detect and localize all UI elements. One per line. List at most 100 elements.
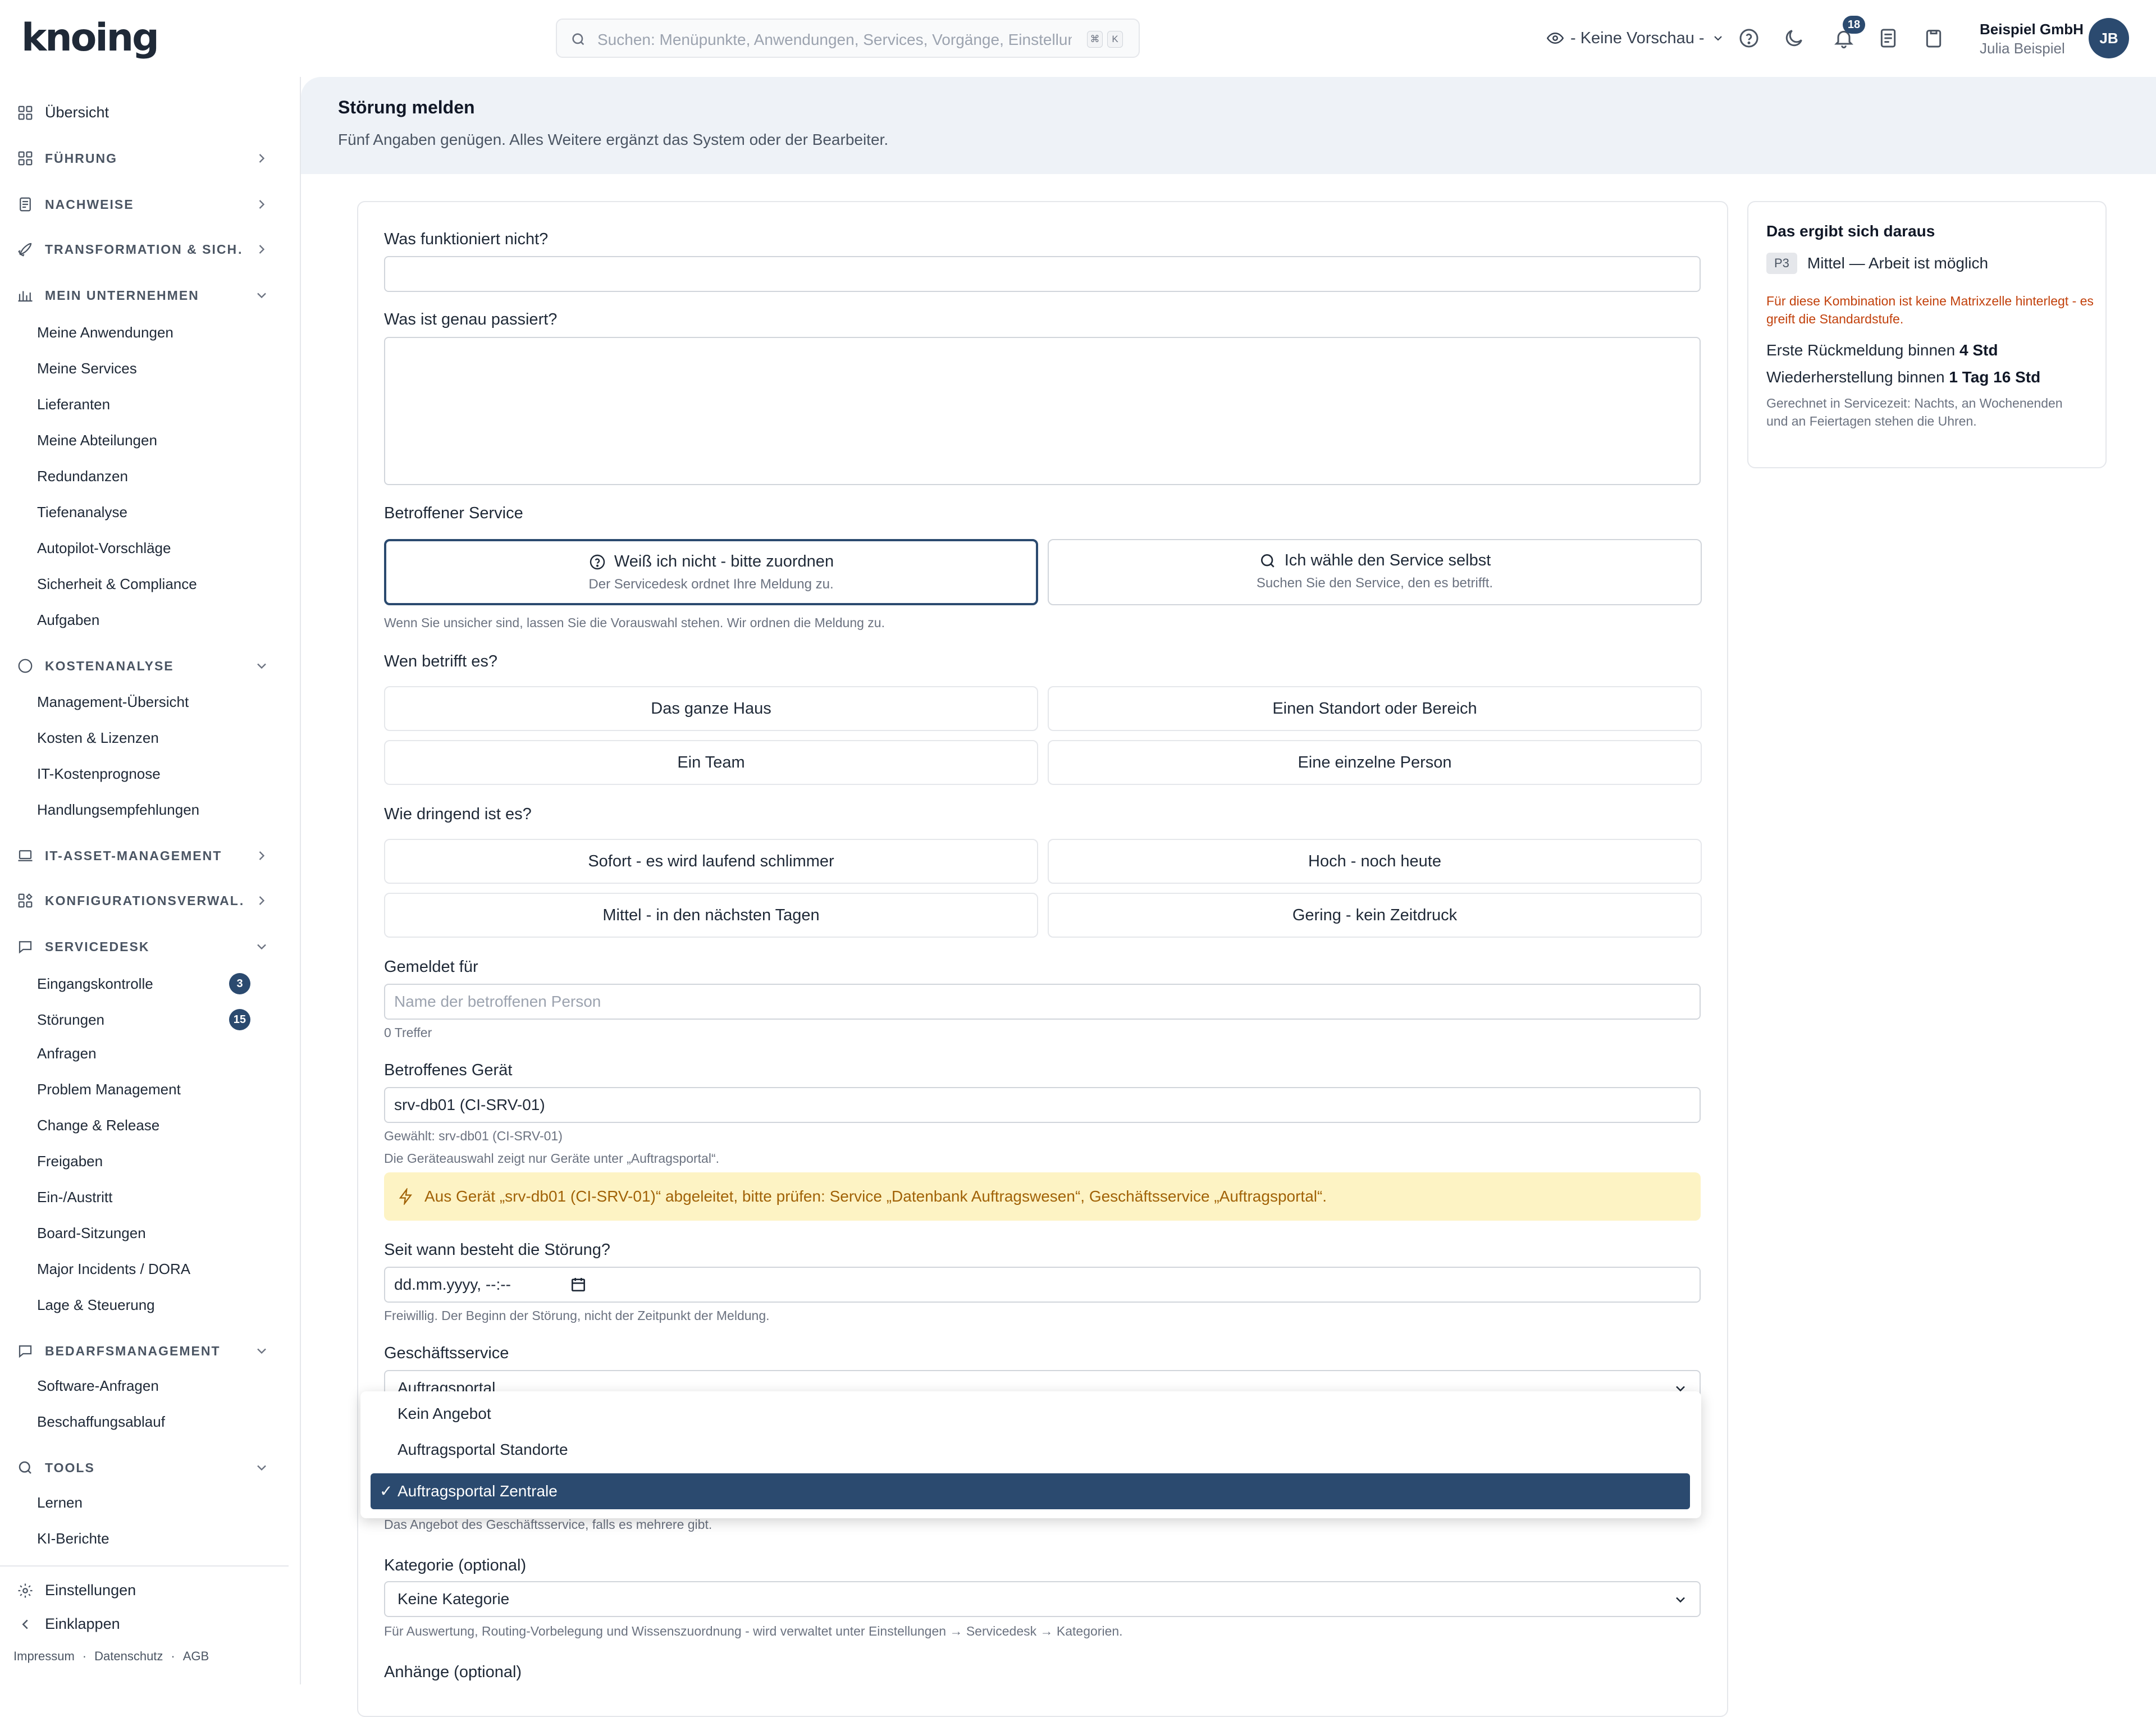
- service-self-select-option[interactable]: Ich wähle den Service selbst Suchen Sie …: [1048, 539, 1702, 605]
- sidebar-item-ki-berichte[interactable]: KI-Berichte: [37, 1530, 250, 1547]
- category-select[interactable]: Keine Kategorie: [384, 1581, 1701, 1617]
- sidebar-section-konfig[interactable]: KONFIGURATIONSVERWAL…: [17, 892, 270, 909]
- sidebar-item-autopilot[interactable]: Autopilot-Vorschläge: [37, 540, 250, 557]
- scope-option-team[interactable]: Ein Team: [384, 740, 1038, 785]
- calendar-icon[interactable]: [569, 1276, 587, 1294]
- urgency-option-sofort[interactable]: Sofort - es wird laufend schlimmer: [384, 839, 1038, 884]
- sidebar-item-aufgaben[interactable]: Aufgaben: [37, 611, 250, 629]
- page-header: Störung melden Fünf Angaben genügen. All…: [301, 77, 2156, 174]
- option-subtitle: Suchen Sie den Service, den es betrifft.: [1256, 576, 1493, 591]
- alert-text: Aus Gerät „srv-db01 (CI-SRV-01)“ abgelei…: [424, 1188, 1327, 1205]
- sidebar-item-freigaben[interactable]: Freigaben: [37, 1153, 250, 1170]
- page-subtitle: Fünf Angaben genügen. Alles Weitere ergä…: [338, 131, 889, 148]
- sidebar-item-overview[interactable]: Übersicht: [17, 104, 109, 121]
- urgency-option-hoch[interactable]: Hoch - noch heute: [1048, 839, 1702, 884]
- sidebar-item-label: Anfragen: [37, 1045, 97, 1062]
- sidebar-item-ein-austritt[interactable]: Ein-/Austritt: [37, 1189, 250, 1206]
- sidebar-item-beschaffungsablauf[interactable]: Beschaffungsablauf: [37, 1413, 250, 1431]
- sidebar-section-mein-unternehmen[interactable]: MEIN UNTERNEHMEN: [17, 287, 270, 304]
- sidebar-divider: [0, 1565, 289, 1567]
- priority-text: Mittel — Arbeit ist möglich: [1807, 254, 1989, 272]
- what-broken-input[interactable]: [384, 256, 1701, 292]
- sidebar-item-meine-abteilungen[interactable]: Meine Abteilungen: [37, 432, 250, 449]
- sidebar-section-transformation[interactable]: TRANSFORMATION & SICH…: [17, 241, 270, 258]
- sidebar-item-stoerungen[interactable]: Störungen 15: [37, 1009, 250, 1030]
- sidebar-item-kostenprognose[interactable]: IT-Kostenprognose: [37, 765, 250, 783]
- service-auto-assign-option[interactable]: Weiß ich nicht - bitte zuordnen Der Serv…: [384, 539, 1038, 605]
- sidebar-item-software-anfragen[interactable]: Software-Anfragen: [37, 1377, 250, 1395]
- global-search[interactable]: Suchen: Menüpunkte, Anwendungen, Service…: [556, 19, 1140, 58]
- sidebar-item-meine-services[interactable]: Meine Services: [37, 360, 250, 377]
- section-label: IT-ASSET-MANAGEMENT: [45, 848, 222, 863]
- impressum-link[interactable]: Impressum: [13, 1649, 75, 1664]
- sidebar-item-board-sitzungen[interactable]: Board-Sitzungen: [37, 1225, 250, 1242]
- datenschutz-link[interactable]: Datenschutz: [94, 1649, 163, 1664]
- sidebar-item-management-uebersicht[interactable]: Management-Übersicht: [37, 693, 250, 711]
- device-input[interactable]: srv-db01 (CI-SRV-01): [384, 1087, 1701, 1123]
- dropdown-option[interactable]: Kein Angebot: [371, 1396, 1690, 1432]
- since-datetime-input[interactable]: dd.mm.yyyy, --:--: [384, 1267, 1701, 1303]
- urgency-option-mittel[interactable]: Mittel - in den nächsten Tagen: [384, 893, 1038, 938]
- help-icon[interactable]: [1738, 27, 1760, 49]
- sidebar-section-tools[interactable]: TOOLS: [17, 1459, 270, 1476]
- user-info[interactable]: Beispiel GmbH Julia Beispiel: [1980, 20, 2084, 58]
- summary-card: Das ergibt sich daraus P3 Mittel — Arbei…: [1747, 201, 2107, 468]
- theme-toggle-icon[interactable]: [1783, 27, 1805, 49]
- help-circle-icon: [590, 554, 605, 569]
- sidebar-item-label: Management-Übersicht: [37, 693, 189, 710]
- sidebar-item-eingangskontrolle[interactable]: Eingangskontrolle 3: [37, 973, 250, 994]
- sidebar-item-lage-steuerung[interactable]: Lage & Steuerung: [37, 1296, 250, 1314]
- search-hits: 0 Treffer: [384, 1025, 432, 1040]
- sidebar-section-servicedesk[interactable]: SERVICEDESK: [17, 938, 270, 955]
- kbd-cmd: ⌘: [1087, 31, 1103, 48]
- chevron-down-icon: [1676, 1597, 1685, 1603]
- sidebar-item-problem-management[interactable]: Problem Management: [37, 1081, 250, 1098]
- option-title: Ich wähle den Service selbst: [1284, 551, 1491, 569]
- sidebar-item-label: Change & Release: [37, 1117, 160, 1134]
- sidebar-section-itam[interactable]: IT-ASSET-MANAGEMENT: [17, 847, 270, 864]
- sidebar-item-handlungsempfehlungen[interactable]: Handlungsempfehlungen: [37, 801, 250, 819]
- sidebar-collapse-button[interactable]: Einklappen: [17, 1615, 120, 1633]
- sidebar-section-kostenanalyse[interactable]: KOSTENANALYSE: [17, 657, 270, 674]
- datetime-value: dd.mm.yyyy, --:--: [394, 1276, 511, 1293]
- sidebar-item-anfragen[interactable]: Anfragen: [37, 1045, 250, 1062]
- sidebar-item-label: Meine Abteilungen: [37, 432, 157, 449]
- sidebar-item-label: Eingangskontrolle: [37, 975, 153, 992]
- dropdown-option-selected[interactable]: ✓ Auftragsportal Zentrale: [371, 1473, 1690, 1509]
- app-logo[interactable]: knoing: [21, 13, 159, 63]
- field-label: Betroffener Service: [384, 504, 523, 522]
- sidebar-section-nachweise[interactable]: NACHWEISE: [17, 196, 270, 213]
- row-label: Wiederherstellung binnen: [1766, 368, 1945, 386]
- sidebar-section-fuehrung[interactable]: FÜHRUNG: [17, 150, 270, 167]
- sidebar-section-bedarf[interactable]: BEDARFSMANAGEMENT: [17, 1342, 270, 1359]
- chat-icon: [19, 1345, 32, 1358]
- sidebar-item-tiefenanalyse[interactable]: Tiefenanalyse: [37, 504, 250, 521]
- avatar[interactable]: JB: [2089, 18, 2129, 58]
- sidebar-item-label: Board-Sitzungen: [37, 1225, 146, 1241]
- sidebar-item-lernen[interactable]: Lernen: [37, 1494, 250, 1511]
- sidebar-item-sicherheit[interactable]: Sicherheit & Compliance: [37, 576, 250, 593]
- scope-option-standort[interactable]: Einen Standort oder Bereich: [1048, 686, 1702, 731]
- agb-link[interactable]: AGB: [183, 1649, 209, 1664]
- sidebar-item-redundanzen[interactable]: Redundanzen: [37, 468, 250, 485]
- chat-icon: [19, 941, 32, 954]
- clipboard-icon[interactable]: [1922, 27, 1945, 49]
- reported-for-input[interactable]: Name der betroffenen Person: [384, 984, 1701, 1020]
- sidebar-item-meine-anwendungen[interactable]: Meine Anwendungen: [37, 324, 250, 341]
- preview-selector[interactable]: - Keine Vorschau -: [1547, 27, 1725, 49]
- field-label: Wie dringend ist es?: [384, 805, 532, 823]
- chevron-right-icon: [259, 154, 265, 163]
- sidebar-item-lieferanten[interactable]: Lieferanten: [37, 396, 250, 413]
- urgency-option-gering[interactable]: Gering - kein Zeitdruck: [1048, 893, 1702, 938]
- sidebar-item-settings[interactable]: Einstellungen: [17, 1582, 136, 1599]
- gear-icon: [18, 1583, 33, 1597]
- sidebar-item-major-incidents[interactable]: Major Incidents / DORA: [37, 1261, 250, 1278]
- scope-option-haus[interactable]: Das ganze Haus: [384, 686, 1038, 731]
- what-happened-textarea[interactable]: [384, 337, 1701, 485]
- dropdown-option[interactable]: Auftragsportal Standorte: [371, 1432, 1690, 1468]
- document-icon[interactable]: [1877, 27, 1899, 49]
- section-label: NACHWEISE: [45, 197, 134, 212]
- sidebar-item-kosten-lizenzen[interactable]: Kosten & Lizenzen: [37, 729, 250, 747]
- sidebar-item-change-release[interactable]: Change & Release: [37, 1117, 250, 1134]
- scope-option-person[interactable]: Eine einzelne Person: [1048, 740, 1702, 785]
